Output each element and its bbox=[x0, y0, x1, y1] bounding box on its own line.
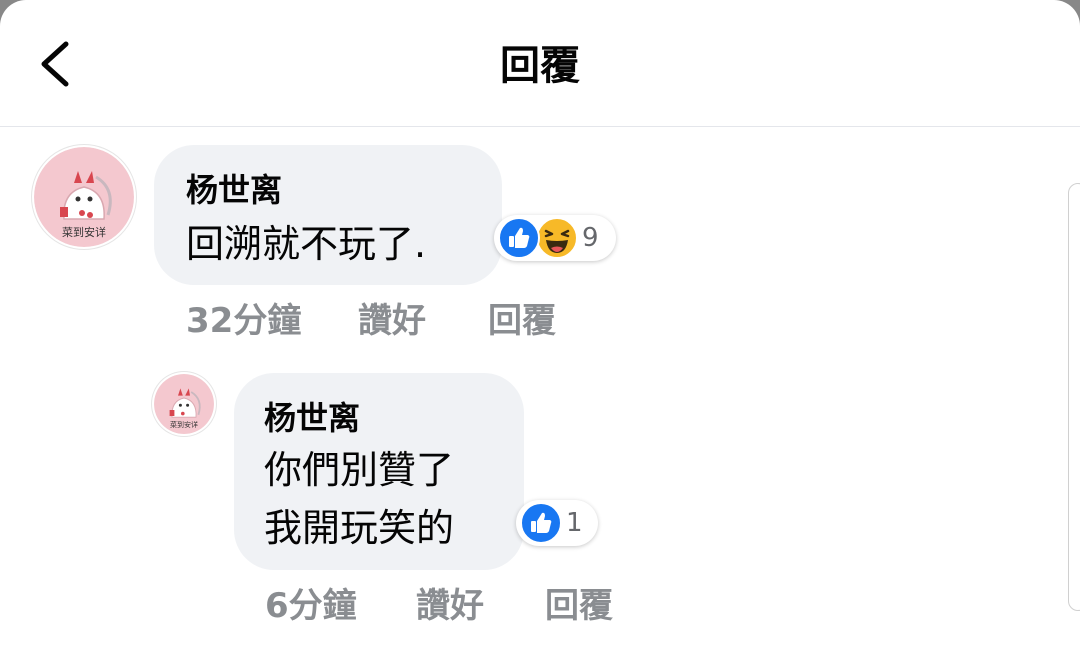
avatar[interactable]: 菜到安详 bbox=[34, 147, 134, 247]
reply-button[interactable]: 回覆 bbox=[545, 578, 613, 627]
comment-text-line: 回溯就不玩了. bbox=[186, 222, 427, 266]
reaction-summary[interactable]: 9 bbox=[494, 215, 616, 261]
page-title: 回覆 bbox=[500, 43, 580, 89]
reply-button[interactable]: 回覆 bbox=[488, 293, 556, 342]
like-icon bbox=[498, 217, 540, 259]
haha-icon bbox=[536, 217, 578, 259]
header-bar: 回覆 bbox=[0, 0, 1080, 127]
comment-text-line: 你們別贊了 bbox=[264, 448, 455, 492]
reaction-count: 9 bbox=[582, 223, 599, 253]
comment-bubble[interactable]: 杨世离 你們別贊了 我開玩笑的 bbox=[234, 373, 524, 570]
like-button[interactable]: 讚好 bbox=[358, 293, 426, 342]
scrollbar[interactable] bbox=[1068, 183, 1080, 611]
reaction-summary[interactable]: 1 bbox=[516, 500, 598, 546]
comment-timestamp: 32分鐘 bbox=[186, 301, 302, 341]
comment-timestamp: 6分鐘 bbox=[265, 586, 357, 626]
reply-sheet: 回覆 菜到安详 杨世离 回溯就不玩了. 9 32分鐘 讚好 回覆 菜到安详 杨世… bbox=[0, 0, 1080, 647]
like-button[interactable]: 讚好 bbox=[416, 578, 484, 627]
comment-author[interactable]: 杨世离 bbox=[186, 165, 282, 211]
comment-text-line: 我開玩笑的 bbox=[264, 506, 455, 550]
avatar-caption: 菜到安详 bbox=[62, 226, 106, 239]
avatar[interactable]: 菜到安详 bbox=[154, 374, 214, 434]
avatar-caption: 菜到安详 bbox=[170, 421, 198, 429]
like-icon bbox=[520, 502, 562, 544]
reaction-count: 1 bbox=[566, 508, 583, 538]
comment-bubble[interactable]: 杨世离 回溯就不玩了. bbox=[154, 145, 502, 285]
comment-author[interactable]: 杨世离 bbox=[264, 393, 360, 439]
